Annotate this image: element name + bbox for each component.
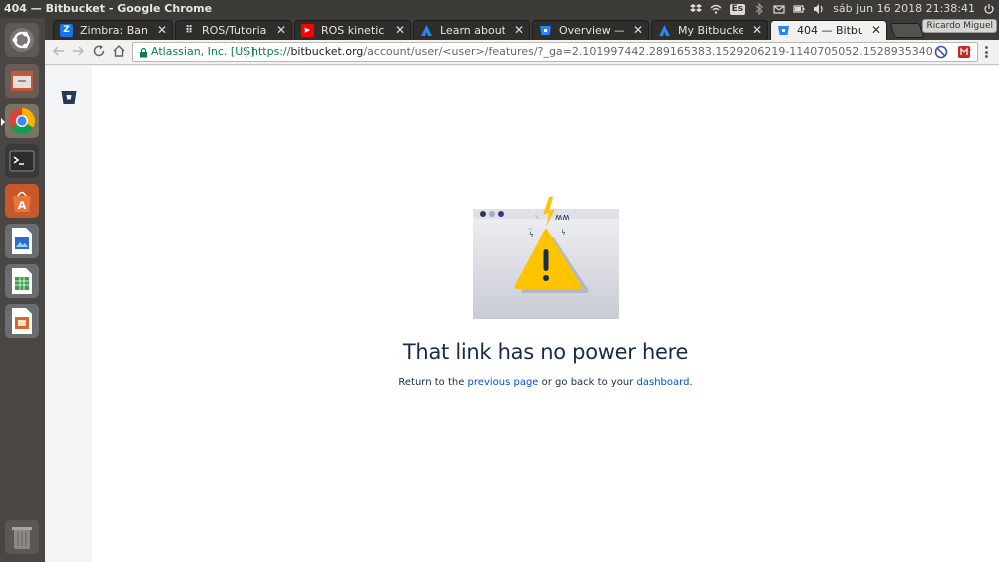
close-icon[interactable]: ✕ (633, 21, 643, 40)
tab-label: My Bitbucket re (678, 24, 743, 37)
youtube-icon: ▶ (301, 24, 314, 37)
trash-icon (12, 527, 32, 549)
launcher-chrome[interactable] (1, 104, 39, 138)
security-chip[interactable]: Atlassian, Inc. [US] (151, 43, 255, 61)
bitbucket-logo-icon[interactable] (61, 90, 77, 105)
tab-label: ROS/Tutorials/ (202, 24, 267, 37)
bluetooth-icon[interactable] (753, 3, 765, 15)
window-title: 404 — Bitbucket - Google Chrome (4, 2, 213, 15)
launcher-software-center[interactable]: A (5, 184, 39, 218)
page-title: That link has no power here (402, 340, 689, 364)
message-text: or go back to your (538, 377, 637, 388)
launcher-writer[interactable] (5, 224, 39, 258)
url-path: /account/user/<user>/features/?_ga=2.101… (363, 45, 933, 58)
forward-button[interactable] (69, 44, 86, 61)
bitbucket-icon (778, 26, 789, 35)
clock[interactable]: sáb jun 16 2018 21:38:41 (833, 0, 975, 18)
svg-text:ϟ: ϟ (529, 231, 534, 239)
message-text: Return to the (398, 377, 468, 388)
svg-text:A: A (18, 199, 27, 212)
profile-button[interactable]: Ricardo Miguel (922, 19, 997, 33)
tab-learn-about[interactable]: Learn about co ✕ (413, 20, 530, 40)
divider (246, 46, 247, 58)
arrow-left-icon (52, 46, 64, 56)
terminal-icon (9, 150, 35, 172)
ubuntu-icon (10, 28, 34, 52)
new-tab-button[interactable] (889, 23, 925, 38)
home-icon (113, 45, 124, 57)
indicator-area: Es sáb jun 16 2018 21:38:41 (689, 0, 995, 18)
extension-icon[interactable] (957, 45, 971, 59)
launcher-files[interactable] (5, 64, 39, 98)
svg-text:ʍʍ: ʍʍ (555, 213, 570, 223)
previous-page-link[interactable]: previous page (468, 377, 539, 388)
broken-link-warning-illustration: ʍʍ ϟ ϟ (473, 197, 619, 319)
back-button[interactable] (50, 44, 67, 61)
top-panel: 404 — Bitbucket - Google Chrome Es sáb j… (0, 0, 999, 18)
launcher-calc[interactable] (5, 264, 39, 298)
libreoffice-calc-icon (12, 268, 32, 294)
folder-icon (11, 71, 33, 91)
browser-toolbar: Atlassian, Inc. [US] https://bitbucket.o… (45, 40, 999, 65)
zimbra-icon: Z (60, 24, 73, 37)
home-button[interactable] (110, 44, 127, 61)
mail-icon[interactable] (773, 3, 785, 15)
keyboard-layout-indicator[interactable]: Es (729, 3, 746, 15)
libreoffice-writer-icon (12, 228, 32, 254)
bitbucket-icon (540, 26, 551, 35)
url-host: bitbucket.org (290, 45, 364, 58)
software-center-icon: A (13, 191, 31, 212)
error-message: Return to the previous page or go back t… (92, 377, 999, 388)
dropbox-icon[interactable] (689, 3, 702, 15)
tab-label: Overview — Bit (559, 24, 624, 37)
address-bar[interactable]: Atlassian, Inc. [US] https://bitbucket.o… (132, 42, 978, 62)
reload-icon (93, 45, 104, 57)
tab-label: ROS kinetic tuto (321, 24, 386, 37)
tab-label: 404 — Bitbucket (797, 24, 862, 37)
chrome-menu-button[interactable] (985, 44, 989, 60)
block-icon[interactable] (934, 45, 948, 59)
tab-overview-bitbucket[interactable]: Overview — Bit ✕ (532, 20, 649, 40)
dashboard-link[interactable]: dashboard (637, 377, 690, 388)
bitbucket-sidebar (45, 66, 92, 562)
volume-icon[interactable] (813, 3, 825, 15)
launcher-trash[interactable] (5, 520, 39, 554)
launcher-impress[interactable] (5, 304, 39, 338)
running-indicator (1, 118, 5, 126)
close-icon[interactable]: ✕ (871, 21, 881, 40)
tab-label: Zimbra: Bandeja (80, 24, 148, 37)
tab-label: Learn about co (440, 24, 505, 37)
reload-button[interactable] (90, 44, 107, 61)
tab-my-bitbucket[interactable]: My Bitbucket re ✕ (651, 20, 768, 40)
tab-ros-kinetic[interactable]: ▶ ROS kinetic tuto ✕ (294, 20, 411, 40)
page-viewport: ʍʍ ϟ ϟ That link has no power here Retur… (45, 66, 999, 562)
url-text[interactable]: https://bitbucket.org/account/user/<user… (251, 43, 933, 61)
tab-zimbra[interactable]: Z Zimbra: Bandeja ✕ (53, 20, 173, 40)
close-icon[interactable]: ✕ (514, 21, 524, 40)
ros-icon: ⠿ (185, 25, 193, 36)
lock-icon (140, 47, 147, 58)
error-content: ʍʍ ϟ ϟ That link has no power here Retur… (92, 66, 999, 562)
atlassian-icon (659, 25, 670, 36)
tab-ros-tutorials[interactable]: ⠿ ROS/Tutorials/ ✕ (175, 20, 292, 40)
url-scheme: https:// (251, 45, 291, 58)
svg-text:ϟ: ϟ (561, 229, 566, 237)
libreoffice-impress-icon (12, 308, 32, 334)
atlassian-icon (421, 25, 432, 36)
close-icon[interactable]: ✕ (276, 21, 286, 40)
launcher-terminal[interactable] (5, 144, 39, 178)
tab-404-bitbucket[interactable]: 404 — Bitbucket ✕ (770, 20, 887, 40)
arrow-right-icon (72, 46, 84, 56)
launcher-dash[interactable] (5, 23, 39, 57)
tab-strip: Z Zimbra: Bandeja ✕ ⠿ ROS/Tutorials/ ✕ ▶… (45, 18, 999, 40)
wifi-icon[interactable] (710, 3, 722, 15)
close-icon[interactable]: ✕ (752, 21, 762, 40)
power-icon[interactable] (983, 3, 995, 15)
battery-icon[interactable] (793, 3, 805, 15)
launcher: A (0, 18, 45, 562)
close-icon[interactable]: ✕ (395, 21, 405, 40)
close-icon[interactable]: ✕ (157, 21, 167, 40)
message-text: . (689, 377, 693, 388)
chrome-icon (8, 107, 36, 135)
